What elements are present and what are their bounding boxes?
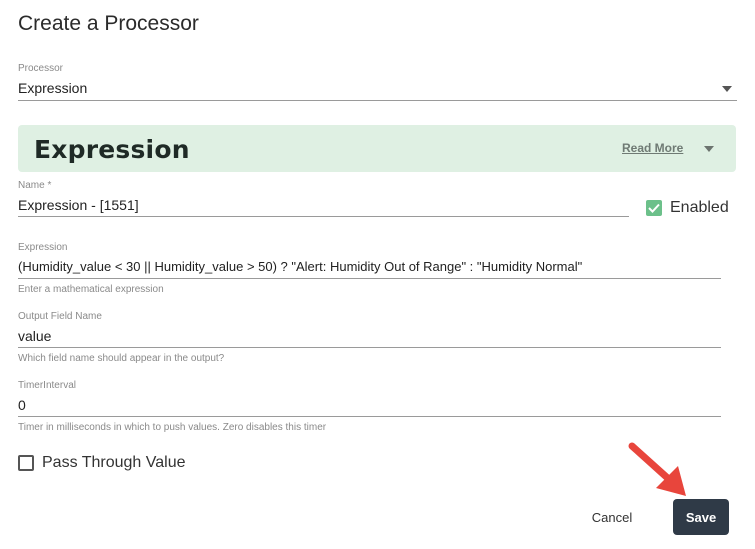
expression-input[interactable]: (Humidity_value < 30 || Humidity_value >… bbox=[18, 259, 582, 274]
name-label: Name * bbox=[18, 180, 52, 191]
timer-underline bbox=[18, 416, 721, 417]
processor-info-banner: Expression Read More bbox=[18, 125, 736, 172]
processor-label: Processor bbox=[18, 63, 64, 74]
timer-label: TimerInterval bbox=[18, 380, 76, 391]
expression-label: Expression bbox=[18, 242, 68, 253]
processor-underline bbox=[18, 100, 737, 101]
processor-select[interactable]: Expression bbox=[18, 78, 737, 102]
output-field-underline bbox=[18, 347, 721, 348]
name-input[interactable]: Expression - [1551] bbox=[18, 197, 139, 213]
chevron-down-icon bbox=[722, 86, 732, 92]
checkmark-icon bbox=[648, 203, 660, 213]
red-arrow-icon bbox=[628, 442, 686, 496]
save-button[interactable]: Save bbox=[673, 499, 729, 535]
output-field-input[interactable]: value bbox=[18, 328, 51, 344]
read-more-link[interactable]: Read More bbox=[622, 141, 683, 155]
expression-helper: Enter a mathematical expression bbox=[18, 284, 164, 295]
timer-helper: Timer in milliseconds in which to push v… bbox=[18, 422, 327, 433]
chevron-down-icon[interactable] bbox=[704, 146, 714, 152]
timer-input[interactable]: 0 bbox=[18, 397, 26, 413]
cancel-button[interactable]: Cancel bbox=[578, 500, 646, 534]
banner-title: Expression bbox=[34, 135, 190, 164]
output-field-label: Output Field Name bbox=[18, 311, 102, 322]
pass-through-checkbox[interactable] bbox=[18, 455, 34, 471]
processor-selected-value: Expression bbox=[18, 80, 88, 96]
expression-underline bbox=[18, 278, 721, 279]
dialog-title: Create a Processor bbox=[18, 12, 199, 35]
name-underline bbox=[18, 216, 629, 217]
output-field-helper: Which field name should appear in the ou… bbox=[18, 353, 225, 364]
enabled-checkbox[interactable] bbox=[646, 200, 662, 216]
pass-through-label: Pass Through Value bbox=[42, 454, 186, 471]
enabled-label: Enabled bbox=[670, 199, 729, 216]
